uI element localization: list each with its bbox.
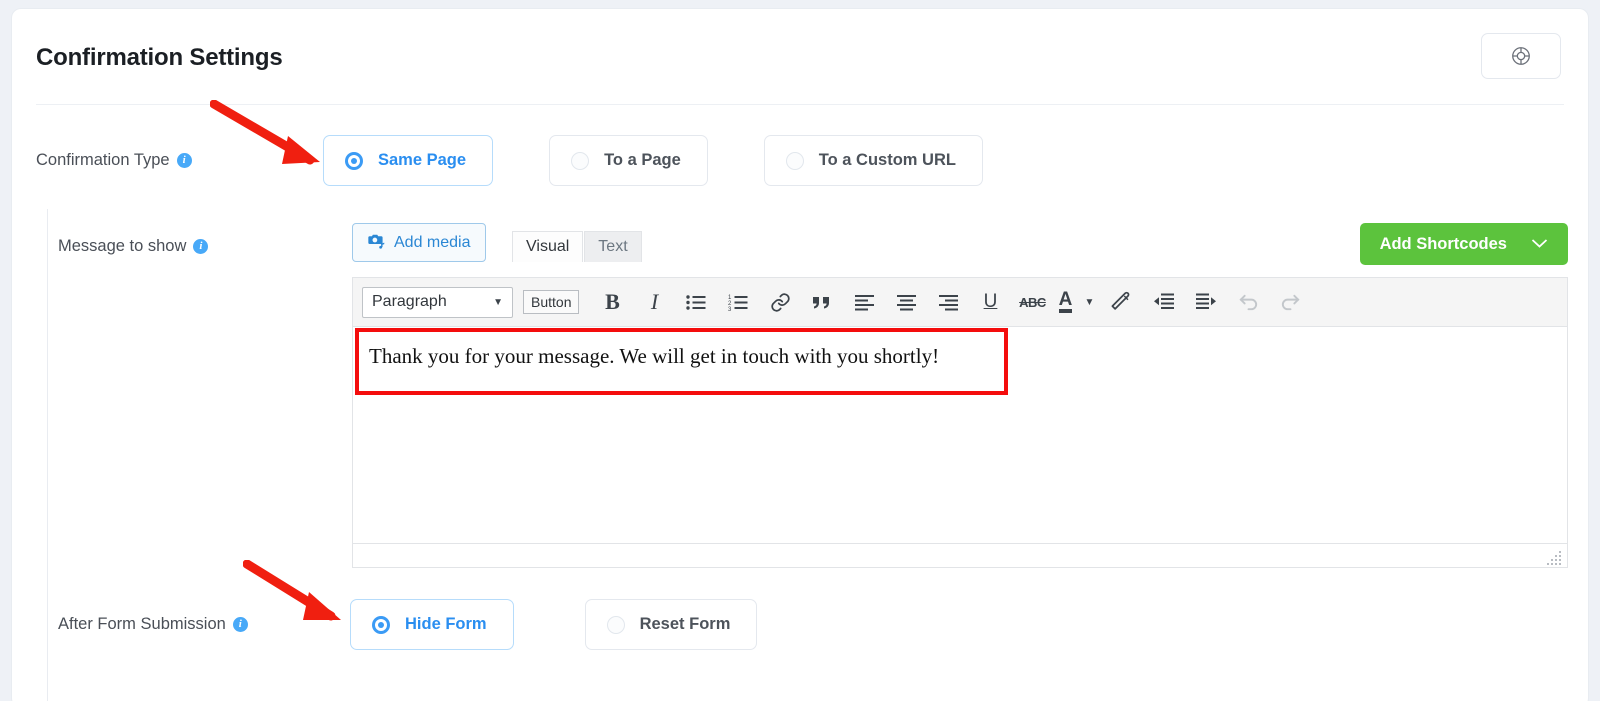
undo-icon xyxy=(1228,284,1268,320)
outdent-icon[interactable] xyxy=(1144,284,1184,320)
svg-text:3: 3 xyxy=(728,307,732,311)
text-color-glyph: A xyxy=(1058,290,1073,314)
numbered-list-icon[interactable]: 1 2 3 xyxy=(718,284,758,320)
lifebuoy-icon xyxy=(1510,45,1532,67)
underline-icon[interactable]: U xyxy=(970,284,1010,320)
italic-glyph: I xyxy=(650,289,659,314)
option-label: To a Page xyxy=(604,151,681,169)
editor-content-area[interactable]: Thank you for your message. We will get … xyxy=(353,327,1567,543)
add-media-label: Add media xyxy=(394,233,471,251)
confirmation-type-row: Confirmation Type i Same Page To a Page … xyxy=(36,135,983,186)
radio-icon xyxy=(372,615,390,634)
editor-statusbar xyxy=(353,543,1567,567)
media-camera-icon xyxy=(367,231,386,255)
option-label: Same Page xyxy=(378,151,467,169)
header-divider xyxy=(36,104,1564,105)
paragraph-format-value: Paragraph xyxy=(372,293,447,310)
strikethrough-glyph: ABC xyxy=(1019,294,1046,310)
paragraph-format-select[interactable]: Paragraph ▼ xyxy=(362,286,513,318)
chevron-down-glyph: ▼ xyxy=(1084,296,1095,308)
info-icon[interactable]: i xyxy=(193,239,209,254)
bold-glyph: B xyxy=(605,289,620,314)
confirmation-type-option-to-a-custom-url[interactable]: To a Custom URL xyxy=(763,135,983,186)
card-header: Confirmation Settings xyxy=(12,9,1588,105)
app-root: Confirmation Settings Confirmation Type … xyxy=(0,0,1600,701)
align-center-icon[interactable] xyxy=(886,284,926,320)
radio-icon xyxy=(606,615,625,634)
radio-icon xyxy=(571,151,590,170)
text-color-caret-icon[interactable]: ▼ xyxy=(1078,284,1100,320)
after-form-submission-label: After Form Submission i xyxy=(58,615,350,634)
editor-box: Paragraph ▼ Button B I 1 2 3 U ABC A ▼ T… xyxy=(352,277,1568,568)
align-right-icon[interactable] xyxy=(928,284,968,320)
confirmation-type-options: Same Page To a Page To a Custom URL xyxy=(323,135,983,186)
message-to-show-label-row: Message to show i xyxy=(58,237,209,256)
page-title: Confirmation Settings xyxy=(36,44,283,71)
bulleted-list-icon[interactable] xyxy=(676,284,716,320)
after-form-submission-row: After Form Submission i Hide Form Reset … xyxy=(58,599,758,650)
confirmation-type-label: Confirmation Type i xyxy=(36,151,323,170)
text-color-icon[interactable]: A xyxy=(1054,284,1076,320)
radio-icon xyxy=(345,151,363,170)
add-shortcodes-label: Add Shortcodes xyxy=(1379,234,1507,253)
tab-visual[interactable]: Visual xyxy=(512,231,584,262)
option-label: To a Custom URL xyxy=(818,151,956,169)
tab-text[interactable]: Text xyxy=(584,231,642,262)
after-form-submission-label-text: After Form Submission xyxy=(58,615,226,633)
confirmation-message-text: Thank you for your message. We will get … xyxy=(369,344,940,368)
insert-button[interactable]: Button xyxy=(523,290,580,314)
message-to-show-label-text: Message to show xyxy=(58,237,187,255)
message-to-show-label: Message to show i xyxy=(58,237,209,256)
chevron-down-icon: ▼ xyxy=(493,296,503,308)
add-shortcodes-button[interactable]: Add Shortcodes xyxy=(1359,223,1568,265)
nested-group-line xyxy=(47,209,48,701)
info-icon[interactable]: i xyxy=(176,153,192,168)
confirmation-type-option-same-page[interactable]: Same Page xyxy=(323,135,494,186)
option-label: Hide Form xyxy=(405,615,487,633)
editor-mode-tabs: Visual Text xyxy=(512,231,643,262)
settings-card: Confirmation Settings Confirmation Type … xyxy=(11,8,1589,701)
radio-icon xyxy=(785,151,804,170)
editor-toolbar: Paragraph ▼ Button B I 1 2 3 U ABC A ▼ xyxy=(353,278,1567,327)
underline-glyph: U xyxy=(983,291,998,312)
message-editor: Add media Visual Text Add Shortcodes Par… xyxy=(352,223,1568,568)
chevron-down-icon xyxy=(1531,235,1548,254)
link-icon[interactable] xyxy=(760,284,800,320)
bold-icon[interactable]: B xyxy=(592,284,632,320)
add-media-button[interactable]: Add media xyxy=(352,223,486,262)
info-icon[interactable]: i xyxy=(232,617,248,632)
italic-icon[interactable]: I xyxy=(634,284,674,320)
after-form-submission-option-reset-form[interactable]: Reset Form xyxy=(584,599,758,650)
after-form-submission-options: Hide Form Reset Form xyxy=(350,599,758,650)
option-label: Reset Form xyxy=(639,615,731,633)
confirmation-type-option-to-a-page[interactable]: To a Page xyxy=(549,135,708,186)
redo-icon xyxy=(1270,284,1310,320)
after-form-submission-option-hide-form[interactable]: Hide Form xyxy=(350,599,514,650)
confirmation-type-label-text: Confirmation Type xyxy=(36,151,170,169)
editor-resize-handle[interactable] xyxy=(1547,551,1563,565)
editor-topbar: Add media Visual Text Add Shortcodes xyxy=(352,223,1568,277)
help-button[interactable] xyxy=(1481,33,1561,79)
strikethrough-icon[interactable]: ABC xyxy=(1012,284,1052,320)
blockquote-icon[interactable] xyxy=(802,284,842,320)
clear-formatting-icon[interactable] xyxy=(1102,284,1142,320)
indent-icon[interactable] xyxy=(1186,284,1226,320)
align-left-icon[interactable] xyxy=(844,284,884,320)
